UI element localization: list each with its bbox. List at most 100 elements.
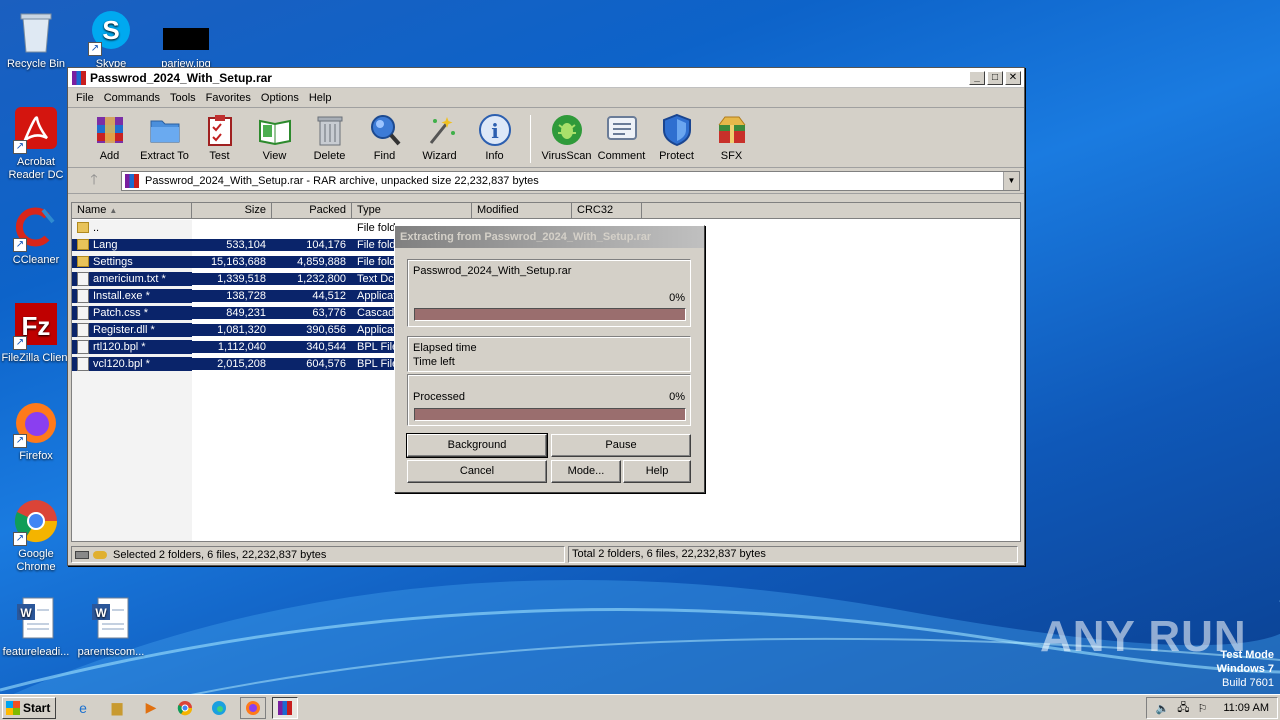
- desktop-icon-featureleading[interactable]: W featureleadi...: [0, 596, 74, 659]
- processed-label: Processed: [413, 391, 465, 403]
- file-name: vcl120.bpl *: [93, 357, 150, 370]
- desktop-icon-ccleaner[interactable]: ↗ CCleaner: [0, 204, 74, 267]
- desktop-icon-firefox[interactable]: ↗ Firefox: [0, 400, 74, 463]
- volume-icon[interactable]: 🔈: [1155, 702, 1169, 715]
- close-button[interactable]: ✕: [1005, 70, 1021, 85]
- toolbar-label: Add: [99, 150, 120, 162]
- cell-name: Settings: [72, 255, 192, 268]
- desktop-icon-label: CCleaner: [12, 254, 60, 266]
- cell-size: 138,728: [192, 289, 272, 302]
- column-header-packed[interactable]: Packed: [272, 203, 352, 218]
- help-button[interactable]: Help: [623, 460, 691, 483]
- maximize-button[interactable]: □: [987, 70, 1003, 85]
- taskbar-chrome-icon[interactable]: [172, 697, 198, 719]
- file-progress-group: Passwrod_2024_With_Setup.rar 0%: [407, 259, 691, 327]
- menu-file[interactable]: File: [71, 92, 99, 104]
- menu-help[interactable]: Help: [304, 92, 337, 104]
- toolbar-view-button[interactable]: View: [247, 113, 302, 162]
- toolbar-extract-button[interactable]: Extract To: [137, 113, 192, 162]
- file-progress-bar: [414, 308, 686, 321]
- dialog-title[interactable]: Extracting from Passwrod_2024_With_Setup…: [395, 226, 704, 248]
- desktop-icon-skype[interactable]: S ↗ Skype: [73, 8, 149, 71]
- toolbar-wizard-button[interactable]: Wizard: [412, 113, 467, 162]
- toolbar-test-button[interactable]: Test: [192, 113, 247, 162]
- svg-text:i: i: [491, 119, 499, 143]
- taskbar-media-player-icon[interactable]: ▶: [138, 697, 164, 719]
- chrome-icon: ↗: [13, 498, 59, 546]
- extract-progress-dialog[interactable]: Extracting from Passwrod_2024_With_Setup…: [394, 225, 705, 493]
- menu-favorites[interactable]: Favorites: [201, 92, 256, 104]
- time-left-label: Time left: [413, 356, 455, 368]
- desktop-icon-parentscom[interactable]: W parentscom...: [73, 596, 149, 659]
- file-name: Lang: [93, 238, 118, 251]
- word-doc-icon: W: [13, 596, 59, 642]
- clock[interactable]: 11:09 AM: [1223, 702, 1269, 714]
- up-folder-icon[interactable]: 🡑: [72, 169, 116, 193]
- pause-button[interactable]: Pause: [551, 434, 691, 457]
- desktop-icon-acrobat[interactable]: ↗ Acrobat Reader DC: [0, 106, 74, 182]
- cell-packed: 340,544: [272, 340, 352, 353]
- taskbar-winrar-icon[interactable]: [272, 696, 298, 719]
- file-name: americium.txt *: [93, 272, 166, 285]
- network-icon[interactable]: 🖧: [1177, 699, 1189, 718]
- column-header-type[interactable]: Type: [352, 203, 472, 218]
- shortcut-arrow-icon: ↗: [13, 532, 27, 546]
- folder-icon: [77, 222, 89, 233]
- desktop-icon-filezilla[interactable]: Fz ↗ FileZilla Client: [0, 302, 74, 365]
- column-header-modified[interactable]: Modified: [472, 203, 572, 218]
- taskbar-ie-icon[interactable]: e: [70, 697, 96, 719]
- menu-options[interactable]: Options: [256, 92, 304, 104]
- start-label: Start: [23, 700, 51, 715]
- file-name: Install.exe *: [93, 289, 150, 302]
- shortcut-arrow-icon: ↗: [88, 42, 102, 56]
- cell-packed: 44,512: [272, 289, 352, 302]
- toolbar-find-button[interactable]: Find: [357, 113, 412, 162]
- toolbar-label: Extract To: [140, 150, 189, 162]
- processed-group: Processed 0%: [407, 374, 691, 426]
- toolbar-delete-button[interactable]: Delete: [302, 113, 357, 162]
- cancel-button[interactable]: Cancel: [407, 460, 547, 483]
- column-header-name[interactable]: Name ▲: [72, 203, 192, 218]
- desktop-icon-label: Recycle Bin: [6, 58, 66, 70]
- toolbar-label: SFX: [720, 150, 743, 162]
- minimize-button[interactable]: _: [969, 70, 985, 85]
- os-line: Windows 7: [1216, 663, 1274, 675]
- action-center-flag-icon[interactable]: ⚐: [1197, 702, 1207, 715]
- desktop-icon-chrome[interactable]: ↗ Google Chrome: [0, 498, 74, 574]
- cell-size: 1,081,320: [192, 323, 272, 336]
- mode-button[interactable]: Mode...: [551, 460, 621, 483]
- title-bar[interactable]: Passwrod_2024_With_Setup.rar _ □ ✕: [68, 68, 1024, 88]
- cell-packed: 4,859,888: [272, 255, 352, 268]
- taskbar-explorer-icon[interactable]: ▆: [104, 697, 130, 719]
- address-text: Passwrod_2024_With_Setup.rar - RAR archi…: [145, 174, 539, 187]
- taskbar-edge-icon[interactable]: [206, 697, 232, 719]
- toolbar-sfx-button[interactable]: SFX: [704, 113, 759, 162]
- cell-name: ..: [72, 222, 192, 234]
- taskbar-firefox-icon[interactable]: [240, 696, 266, 719]
- status-bar: Selected 2 folders, 6 files, 22,232,837 …: [71, 545, 1021, 564]
- menu-tools[interactable]: Tools: [165, 92, 201, 104]
- cell-name: Install.exe *: [72, 288, 192, 303]
- start-button[interactable]: Start: [2, 696, 56, 719]
- toolbar-virusscan-button[interactable]: VirusScan: [539, 113, 594, 162]
- menu-commands[interactable]: Commands: [99, 92, 165, 104]
- desktop-icon-label: parentscom...: [77, 646, 145, 658]
- shortcut-arrow-icon: ↗: [13, 140, 27, 154]
- cell-size: 1,112,040: [192, 340, 272, 353]
- toolbar-protect-button[interactable]: Protect: [649, 113, 704, 162]
- column-header-size[interactable]: Size: [192, 203, 272, 218]
- file-icon: [77, 271, 89, 286]
- svg-text:W: W: [95, 606, 107, 620]
- cell-size: 2,015,208: [192, 357, 272, 370]
- address-field[interactable]: Passwrod_2024_With_Setup.rar - RAR archi…: [121, 170, 1020, 191]
- column-header-crc32[interactable]: CRC32: [572, 203, 642, 218]
- toolbar-info-button[interactable]: i Info: [467, 113, 522, 162]
- address-dropdown-icon[interactable]: ▼: [1003, 171, 1019, 190]
- desktop-icon-pariew[interactable]: pariew.jpg: [148, 8, 224, 71]
- toolbar-add-button[interactable]: Add: [82, 113, 137, 162]
- background-button[interactable]: Background: [406, 433, 548, 458]
- toolbar-comment-button[interactable]: Comment: [594, 113, 649, 162]
- desktop-icon-recycle-bin[interactable]: Recycle Bin: [0, 8, 74, 71]
- recycle-bin-icon: [13, 8, 59, 54]
- magnifier-icon: [368, 113, 402, 147]
